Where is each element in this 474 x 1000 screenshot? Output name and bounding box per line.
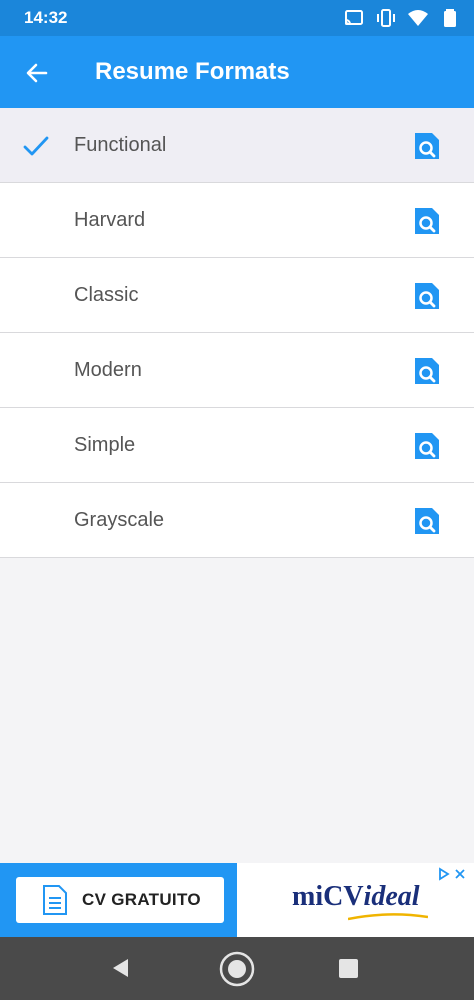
format-row-modern[interactable]: Modern	[0, 333, 474, 408]
preview-search-icon[interactable]	[412, 355, 442, 387]
page-title: Resume Formats	[95, 58, 290, 85]
preview-search-icon[interactable]	[412, 430, 442, 462]
nav-recents-icon[interactable]	[339, 959, 358, 978]
ad-left-panel: CV GRATUITO	[0, 863, 237, 937]
nav-back-icon[interactable]	[110, 957, 130, 979]
vibrate-icon	[376, 8, 396, 28]
format-list: Functional Harvard Classic Modern Simple…	[0, 108, 474, 558]
format-label: Harvard	[74, 209, 146, 231]
format-row-grayscale[interactable]: Grayscale	[0, 483, 474, 558]
cast-icon	[344, 8, 364, 28]
ad-choices-icon[interactable]	[438, 867, 450, 881]
format-label: Functional	[74, 134, 167, 156]
ad-cta-label: CV GRATUITO	[82, 890, 201, 909]
close-icon[interactable]	[454, 867, 466, 881]
preview-search-icon[interactable]	[412, 280, 442, 312]
format-row-classic[interactable]: Classic	[0, 258, 474, 333]
nav-home-icon[interactable]	[218, 950, 256, 988]
document-icon	[43, 885, 67, 915]
format-label: Classic	[74, 284, 139, 306]
swoosh-graphic	[348, 913, 428, 921]
format-label: Modern	[74, 359, 142, 381]
ad-choices[interactable]	[438, 867, 466, 881]
app-bar: Resume Formats	[0, 36, 474, 108]
ad-brand-logo: miCVideal	[292, 881, 428, 921]
preview-search-icon[interactable]	[412, 130, 442, 162]
arrow-left-icon	[26, 63, 48, 83]
ad-cta-button[interactable]: CV GRATUITO	[16, 877, 224, 923]
ad-banner[interactable]: CV GRATUITO miCVideal	[0, 863, 474, 937]
format-row-harvard[interactable]: Harvard	[0, 183, 474, 258]
ad-brand-suffix: ideal	[363, 881, 420, 912]
wifi-icon	[408, 8, 428, 28]
format-row-simple[interactable]: Simple	[0, 408, 474, 483]
battery-icon	[440, 8, 460, 28]
status-bar: 14:32	[0, 0, 474, 36]
status-time: 14:32	[24, 8, 68, 27]
preview-search-icon[interactable]	[412, 205, 442, 237]
system-nav-bar	[0, 937, 474, 1000]
back-button[interactable]	[20, 56, 54, 90]
status-icons	[344, 8, 460, 28]
preview-search-icon[interactable]	[412, 505, 442, 537]
ad-brand-prefix: miCV	[292, 881, 364, 912]
checkmark-icon	[23, 136, 49, 156]
format-label: Simple	[74, 434, 136, 456]
format-row-functional[interactable]: Functional	[0, 108, 474, 183]
format-label: Grayscale	[74, 509, 165, 531]
